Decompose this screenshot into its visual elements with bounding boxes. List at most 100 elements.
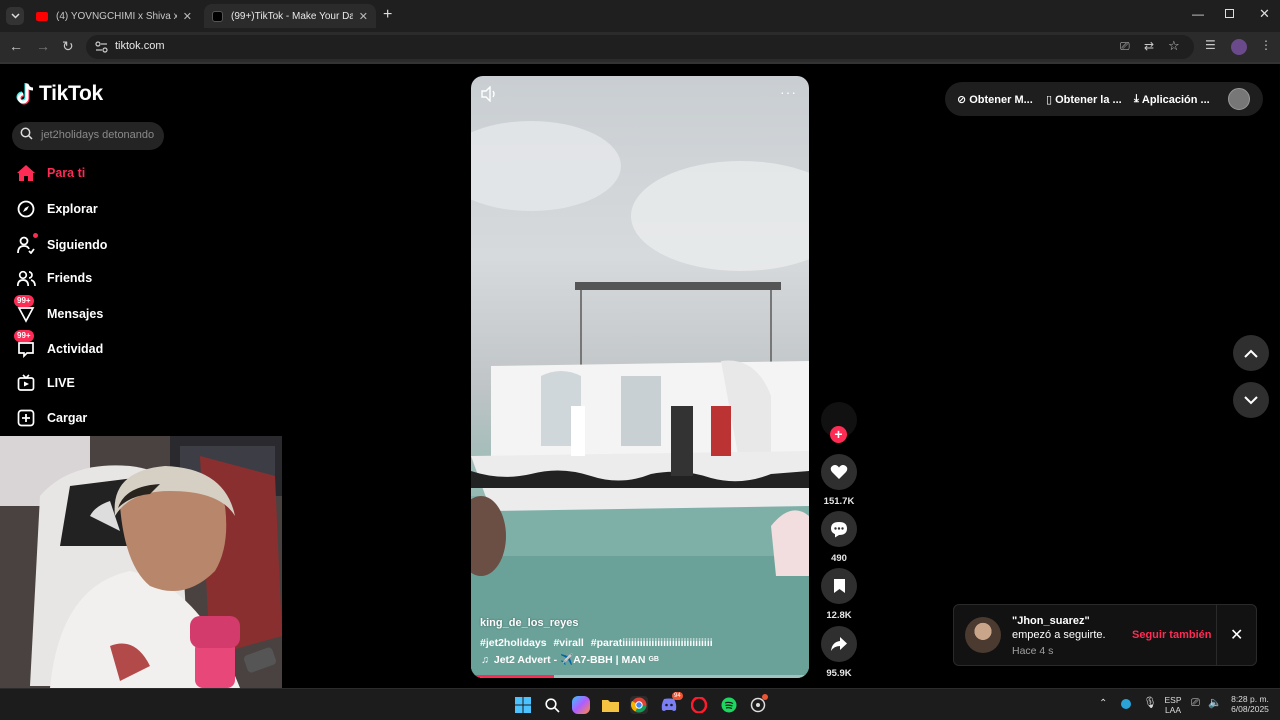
browser-tab-youtube[interactable]: (4) YOVNGCHIMI x Shiva x Murr ✕ [28,4,200,28]
microphone-icon[interactable]: 🎙 [1143,698,1157,709]
next-video-button[interactable] [1233,382,1269,418]
profile-avatar[interactable] [1231,39,1247,55]
previous-video-button[interactable] [1233,335,1269,371]
desktop-app-button[interactable]: ⤓ Aplicación ... [1134,93,1210,106]
nav-label: Actividad [47,342,104,356]
install-app-icon[interactable]: ⎚ [1120,39,1130,54]
chevron-up-icon [1244,349,1258,358]
tab-title: (99+)TikTok - Make Your Day [231,10,353,22]
reload-icon[interactable]: ↻ [62,38,74,55]
tiktok-logo[interactable]: TikTok [16,82,103,106]
video-frame-boat [471,121,809,678]
nav-mensajes[interactable]: 99+ Mensajes [14,295,103,326]
video-username[interactable]: king_de_los_reyes [480,617,578,629]
search-input[interactable]: jet2holidays detonando [12,122,164,150]
minimize-button[interactable]: — [1192,7,1204,21]
top-right-toolbar: ⊘ Obtener M... ▯ Obtener la ... ⤓ Aplica… [945,82,1263,116]
copilot-icon[interactable] [572,696,590,714]
button-label: Obtener la ... [1055,93,1122,106]
volume-tray-icon[interactable]: 🔈 [1208,698,1222,709]
chevron-down-icon [10,13,20,19]
messages-icon: 99+ [14,295,36,324]
comment-button[interactable] [821,511,857,547]
opera-icon[interactable] [690,696,708,714]
share-button[interactable] [821,626,857,662]
notification-avatar[interactable] [965,617,1001,653]
chrome-icon[interactable] [630,696,648,714]
follow-back-button[interactable]: Seguir también [1132,629,1211,641]
like-button[interactable] [821,454,857,490]
language-indicator[interactable]: ESP LAA [1163,695,1183,715]
nav-label: Friends [47,271,93,285]
file-explorer-icon[interactable] [601,696,619,714]
clock[interactable]: 8:28 p. m. 6/08/2025 [1226,694,1274,714]
close-tab-icon[interactable]: ✕ [359,10,368,23]
user-avatar[interactable] [1228,88,1250,110]
comment-count: 490 [831,553,847,564]
new-tab-button[interactable]: + [383,6,392,24]
nav-friends[interactable]: Friends [16,266,92,290]
toolbar-divider [0,62,1280,64]
nav-live[interactable]: LIVE [16,371,75,395]
streamer-webcam-image [0,436,282,688]
url-text: tiktok.com [115,40,165,52]
bookmark-star-icon[interactable]: ☆ [1168,38,1180,54]
tab-search-button[interactable] [6,7,24,25]
follow-plus-button[interactable]: + [830,426,847,443]
security-icon[interactable] [1121,699,1131,709]
save-action[interactable]: 12.8K [821,568,857,621]
get-coins-button[interactable]: ⊘ Obtener M... [957,93,1033,107]
language-code: ESP [1164,695,1182,705]
taskbar-search-icon[interactable] [543,696,561,714]
menu-icon[interactable]: ⋮ [1260,38,1272,52]
button-label: Obtener M... [969,93,1033,106]
close-tab-icon[interactable]: ✕ [183,10,192,23]
discord-icon[interactable]: 94 [660,692,683,714]
volume-icon[interactable] [480,86,498,102]
notification-dot [762,694,768,700]
share-action[interactable]: 95.9K [821,626,857,679]
coin-icon: ⊘ [957,94,967,106]
nav-para-ti[interactable]: Para ti [16,161,85,185]
notification-username: "Jhon_suarez" [1012,615,1090,627]
close-window-button[interactable]: ✕ [1259,6,1270,22]
close-notification-icon[interactable]: ✕ [1230,625,1243,645]
browser-tab-tiktok[interactable]: (99+)TikTok - Make Your Day ✕ [204,4,376,28]
back-icon[interactable]: ← [9,38,23,54]
video-progress-bar[interactable] [475,675,805,678]
hashtag-link[interactable]: #jet2holidays [480,637,547,649]
hashtag-link[interactable]: #paratiiiiiiiiiiiiiiiiiiiiiiiiiiiiiii [591,637,713,649]
app-icon[interactable] [749,694,768,714]
site-settings-icon[interactable] [95,41,108,53]
video-hashtags: #jet2holidays #virall #paratiiiiiiiiiiii… [480,637,717,649]
save-count: 12.8K [826,610,852,621]
video-music[interactable]: ♫ Jet2 Advert - ✈️A7-BBH | MAN GB [481,653,659,667]
translate-icon[interactable]: ⇄ [1144,39,1154,53]
address-bar[interactable]: tiktok.com ⎚ ⇄ ☆ [86,35,1194,59]
windows-start-icon[interactable] [514,696,532,714]
show-hidden-icons[interactable]: ⌃ [1099,699,1107,709]
like-count: 151.7K [823,496,855,507]
nav-explorar[interactable]: Explorar [16,197,98,221]
get-app-button[interactable]: ▯ Obtener la ... [1046,93,1122,107]
clock-date: 6/08/2025 [1231,704,1269,714]
save-button[interactable] [821,568,857,604]
notification-message: empezó a seguirte. [1012,629,1106,641]
nav-cargar[interactable]: Cargar [16,406,87,430]
spotify-icon[interactable] [720,696,738,714]
windows-taskbar: 94 ⌃ 🎙 ESP LAA ⎚ 🔈 8:28 p. m. 6/08/2025 [0,688,1280,720]
forward-icon[interactable]: → [36,38,50,54]
restore-button[interactable] [1225,9,1234,18]
hashtag-link[interactable]: #virall [553,637,583,649]
notification-dot [33,233,38,238]
comment-action[interactable]: 490 [821,511,857,564]
display-icon[interactable]: ⎚ [1191,698,1200,709]
more-options-icon[interactable]: ··· [780,84,797,100]
video-player[interactable]: ··· king_de_los_reyes #jet2holidays #vir… [471,76,809,678]
media-controls-icon[interactable]: ☰ [1205,38,1216,52]
nav-siguiendo[interactable]: Siguiendo [16,233,107,257]
like-action[interactable]: 151.7K [821,454,857,507]
nav-actividad[interactable]: 99+ Actividad [14,330,104,361]
nav-label: Para ti [47,166,86,180]
tiktok-icon [212,10,223,22]
